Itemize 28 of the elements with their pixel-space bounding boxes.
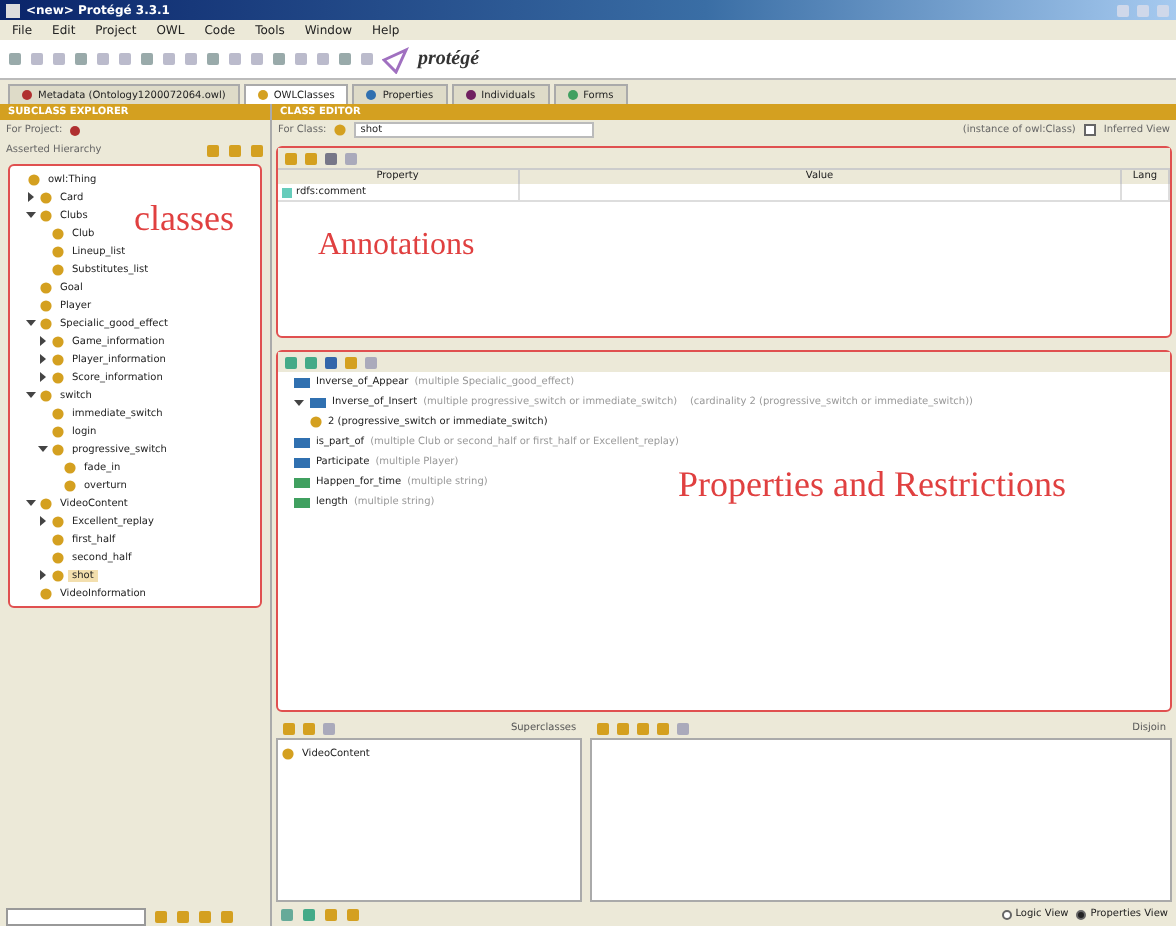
restriction-icon: [310, 416, 322, 428]
collapsed-arrow-icon[interactable]: [38, 570, 48, 580]
collapsed-arrow-icon[interactable]: [38, 372, 48, 382]
app-icon: [6, 3, 20, 17]
logo-icon: [382, 45, 410, 73]
maximize-button[interactable]: [1136, 3, 1150, 17]
class-icon: [334, 124, 347, 136]
app-logo: protégé: [418, 48, 480, 70]
expanded-arrow-icon[interactable]: [26, 210, 36, 220]
checkbox[interactable]: [1083, 124, 1096, 136]
annotation-label: classes: [134, 198, 234, 240]
class-icon: [282, 747, 294, 759]
close-button[interactable]: [1156, 3, 1170, 17]
collapsed-arrow-icon[interactable]: [38, 336, 48, 346]
collapsed-arrow-icon[interactable]: [38, 516, 48, 526]
expanded-arrow-icon[interactable]: [294, 397, 304, 407]
annotation-label: Annotations: [318, 228, 475, 264]
expanded-arrow-icon[interactable]: [26, 318, 36, 328]
search-field[interactable]: [6, 907, 146, 925]
collapsed-arrow-icon[interactable]: [38, 354, 48, 364]
project-icon: [70, 125, 81, 135]
collapsed-arrow-icon[interactable]: [26, 192, 36, 202]
annotation-label: Properties and Restrictions: [678, 464, 1066, 506]
expanded-arrow-icon[interactable]: [26, 390, 36, 400]
expanded-arrow-icon[interactable]: [38, 444, 48, 454]
expanded-arrow-icon[interactable]: [26, 498, 36, 508]
annotation-icon: [282, 187, 292, 197]
minimize-button[interactable]: [1116, 3, 1130, 17]
